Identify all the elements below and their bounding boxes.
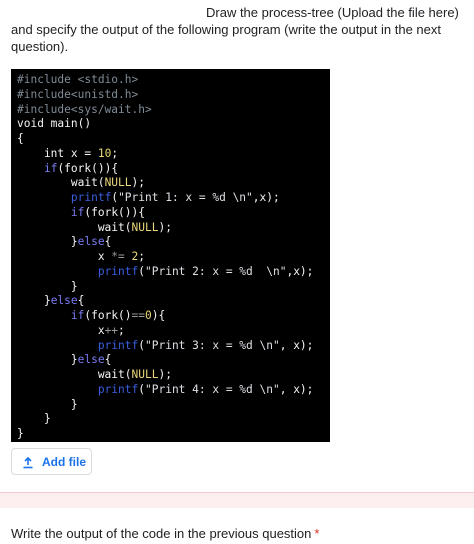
code-line: #include<sys/wait.h>: [17, 102, 152, 116]
code-line: wait(NULL);: [17, 176, 145, 190]
upload-icon: [22, 456, 34, 468]
code-line: wait(NULL);: [17, 368, 172, 381]
question-text-line-2: and specify the output of the following …: [11, 22, 441, 37]
code-line: if(fork()){: [43, 161, 119, 175]
question-card: Draw the process-tree (Upload the file h…: [0, 0, 474, 492]
code-line: }: [17, 412, 51, 426]
code-line: }else{: [17, 353, 112, 367]
code-line: #include<unistd.h>: [17, 87, 139, 101]
section-divider: [0, 492, 474, 508]
code-line: if(fork()==0){: [70, 309, 166, 322]
code-line: }: [17, 397, 78, 411]
section-divider-line: [0, 492, 474, 493]
question-2-label: Write the output of the code in the prev…: [11, 526, 312, 541]
code-line: if(fork()){: [70, 205, 145, 219]
code-line: printf("Print 1: x = %d \n",x);: [70, 191, 280, 204]
code-line: }else{: [17, 235, 112, 249]
add-file-label: Add file: [42, 454, 86, 469]
code-line: wait(NULL);: [17, 220, 172, 234]
code-line: printf("Print 4: x = %d \n", x);: [97, 382, 314, 396]
code-line: #include <stdio.h>: [17, 73, 139, 86]
code-line: printf("Print 3: x = %d \n", x);: [97, 338, 314, 352]
add-file-button[interactable]: Add file: [11, 448, 92, 475]
code-line: {: [17, 132, 24, 145]
required-asterisk: *: [314, 526, 320, 541]
question-2-title: Write the output of the code in the prev…: [11, 526, 319, 541]
code-line: printf("Print 2: x = %d \n",x);: [97, 264, 314, 278]
code-line: void main(): [17, 117, 92, 131]
code-block: #include <stdio.h> #include<unistd.h> #inc…: [11, 69, 330, 442]
code-line: x *= 2;: [17, 250, 146, 263]
question-text-line-1: Draw the process-tree (Upload the file h…: [206, 5, 459, 20]
code-screenshot-image: #include <stdio.h> #include<unistd.h> #inc…: [11, 69, 330, 442]
code-line: x++;: [17, 323, 125, 337]
code-line: }: [17, 427, 24, 440]
code-line: }else{: [17, 294, 85, 308]
question-text-line-3: question).: [11, 39, 69, 54]
code-line: }: [17, 279, 78, 293]
code-line: int x = 10;: [17, 146, 119, 160]
